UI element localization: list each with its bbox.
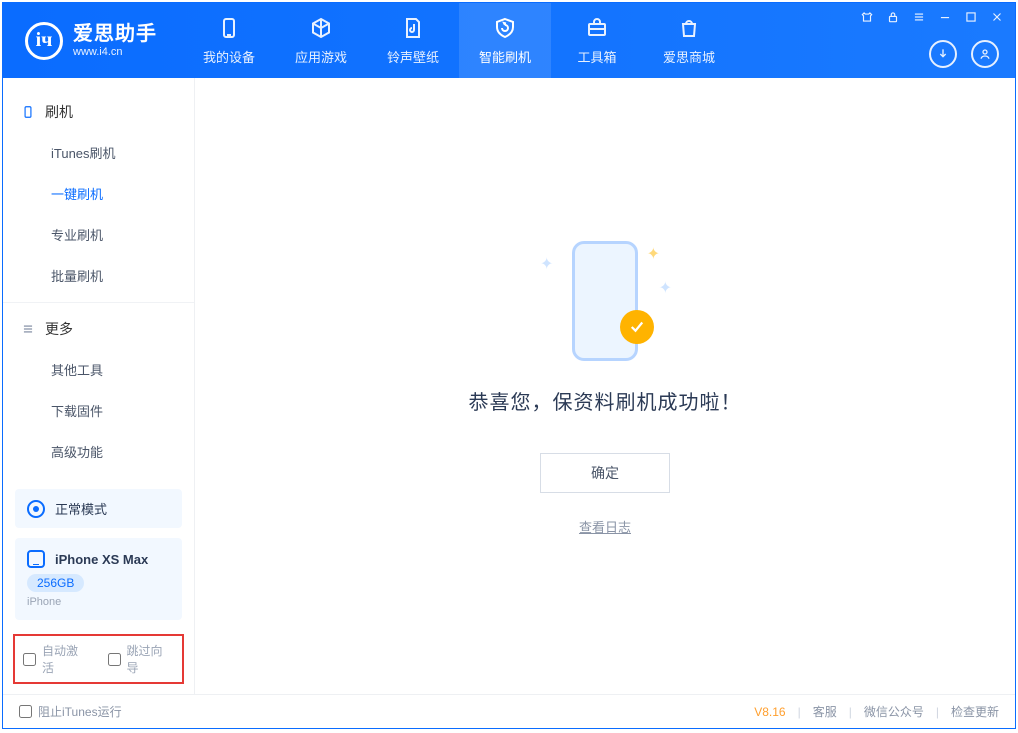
- option-auto-activate[interactable]: 自动激活: [23, 642, 90, 676]
- nav-label: 爱思商城: [663, 47, 715, 66]
- sidebar-item-download-firmware[interactable]: 下载固件: [3, 390, 194, 431]
- confirm-button[interactable]: 确定: [540, 453, 670, 493]
- success-badge-icon: [620, 310, 654, 344]
- nav-my-device[interactable]: 我的设备: [183, 3, 275, 78]
- sidebar-section-more: 更多: [3, 309, 194, 349]
- option-skip-guide[interactable]: 跳过向导: [108, 642, 175, 676]
- device-type: iPhone: [27, 596, 170, 608]
- device-phone-icon: [27, 550, 45, 568]
- block-itunes-checkbox[interactable]: [19, 705, 32, 718]
- list-icon: [21, 322, 35, 336]
- sidebar-item-batch-flash[interactable]: 批量刷机: [3, 255, 194, 296]
- body: 刷机 iTunes刷机 一键刷机 专业刷机 批量刷机 更多 其他工具 下载固件 …: [3, 78, 1015, 694]
- tshirt-icon[interactable]: [859, 9, 875, 25]
- divider: [3, 302, 194, 303]
- nav-label: 我的设备: [203, 47, 255, 66]
- section-title: 更多: [45, 319, 73, 339]
- skip-guide-checkbox[interactable]: [108, 653, 121, 666]
- menu-icon[interactable]: [911, 9, 927, 25]
- nav-apps-games[interactable]: 应用游戏: [275, 3, 367, 78]
- sidebar-scroll: 刷机 iTunes刷机 一键刷机 专业刷机 批量刷机 更多 其他工具 下载固件 …: [3, 78, 194, 479]
- device-icon: [21, 105, 35, 119]
- lock-icon[interactable]: [885, 9, 901, 25]
- block-itunes-option[interactable]: 阻止iTunes运行: [19, 703, 122, 720]
- logo-text: 爱思助手 www.i4.cn: [73, 23, 157, 59]
- app-name: 爱思助手: [73, 23, 157, 46]
- support-link[interactable]: 客服: [813, 703, 837, 720]
- account-button[interactable]: [971, 40, 999, 68]
- window-controls-bottom: [929, 40, 999, 68]
- nav-label: 智能刷机: [479, 47, 531, 66]
- close-icon[interactable]: [989, 9, 1005, 25]
- phone-icon: [216, 15, 242, 41]
- device-panel: 正常模式 iPhone XS Max 256GB iPhone: [15, 489, 182, 620]
- logo-area: iч 爱思助手 www.i4.cn: [3, 22, 175, 60]
- mode-box[interactable]: 正常模式: [15, 489, 182, 528]
- statusbar-right: V8.16 | 客服 | 微信公众号 | 检查更新: [754, 703, 999, 720]
- toolbox-icon: [584, 15, 610, 41]
- device-capacity: 256GB: [27, 574, 84, 592]
- minimize-icon[interactable]: [937, 9, 953, 25]
- check-update-link[interactable]: 检查更新: [951, 703, 999, 720]
- nav-label: 铃声壁纸: [387, 47, 439, 66]
- sidebar: 刷机 iTunes刷机 一键刷机 专业刷机 批量刷机 更多 其他工具 下载固件 …: [3, 78, 195, 694]
- maximize-icon[interactable]: [963, 9, 979, 25]
- options-highlight-box: 自动激活 跳过向导: [13, 634, 184, 684]
- device-box[interactable]: iPhone XS Max 256GB iPhone: [15, 538, 182, 620]
- view-log-link[interactable]: 查看日志: [579, 517, 631, 536]
- app-url: www.i4.cn: [73, 46, 157, 59]
- mode-indicator-icon: [27, 500, 45, 518]
- nav-flash[interactable]: 智能刷机: [459, 3, 551, 78]
- sparkle-icon: ✦: [659, 278, 672, 298]
- top-nav: 我的设备 应用游戏 铃声壁纸 智能刷机 工具箱 爱思商城: [183, 3, 735, 78]
- download-button[interactable]: [929, 40, 957, 68]
- bag-icon: [676, 15, 702, 41]
- logo-icon: iч: [25, 22, 63, 60]
- sidebar-item-other-tools[interactable]: 其他工具: [3, 349, 194, 390]
- nav-label: 应用游戏: [295, 47, 347, 66]
- option-label: 跳过向导: [127, 642, 175, 676]
- sidebar-item-onekey-flash[interactable]: 一键刷机: [3, 173, 194, 214]
- window-controls-top: [859, 9, 1005, 25]
- wechat-link[interactable]: 微信公众号: [864, 703, 924, 720]
- music-file-icon: [400, 15, 426, 41]
- sparkle-icon: ✦: [647, 244, 660, 264]
- option-label: 自动激活: [42, 642, 90, 676]
- section-title: 刷机: [45, 102, 73, 122]
- version-label: V8.16: [754, 705, 785, 719]
- divider: |: [849, 705, 852, 719]
- sidebar-item-advanced[interactable]: 高级功能: [3, 431, 194, 472]
- nav-ringtones[interactable]: 铃声壁纸: [367, 3, 459, 78]
- nav-toolbox[interactable]: 工具箱: [551, 3, 643, 78]
- auto-activate-checkbox[interactable]: [23, 653, 36, 666]
- success-illustration: ✦ ✦ ✦: [520, 236, 690, 366]
- nav-label: 工具箱: [577, 47, 616, 66]
- block-itunes-label: 阻止iTunes运行: [38, 703, 122, 720]
- divider: |: [798, 705, 801, 719]
- statusbar: 阻止iTunes运行 V8.16 | 客服 | 微信公众号 | 检查更新: [3, 694, 1015, 728]
- titlebar: iч 爱思助手 www.i4.cn 我的设备 应用游戏 铃声壁纸 智能刷机: [3, 3, 1015, 78]
- mode-label: 正常模式: [55, 499, 107, 518]
- phone-illustration-icon: [572, 241, 638, 361]
- sidebar-item-itunes-flash[interactable]: iTunes刷机: [3, 132, 194, 173]
- app-window: iч 爱思助手 www.i4.cn 我的设备 应用游戏 铃声壁纸 智能刷机: [2, 2, 1016, 729]
- device-name: iPhone XS Max: [55, 552, 148, 567]
- nav-store[interactable]: 爱思商城: [643, 3, 735, 78]
- sidebar-item-pro-flash[interactable]: 专业刷机: [3, 214, 194, 255]
- main-content: ✦ ✦ ✦ 恭喜您，保资料刷机成功啦！ 确定 查看日志: [195, 78, 1015, 694]
- sparkle-icon: ✦: [540, 254, 553, 274]
- divider: |: [936, 705, 939, 719]
- success-message: 恭喜您，保资料刷机成功啦！: [469, 386, 742, 415]
- device-row: iPhone XS Max: [27, 550, 170, 568]
- cube-icon: [308, 15, 334, 41]
- sidebar-section-flash: 刷机: [3, 92, 194, 132]
- refresh-shield-icon: [492, 15, 518, 41]
